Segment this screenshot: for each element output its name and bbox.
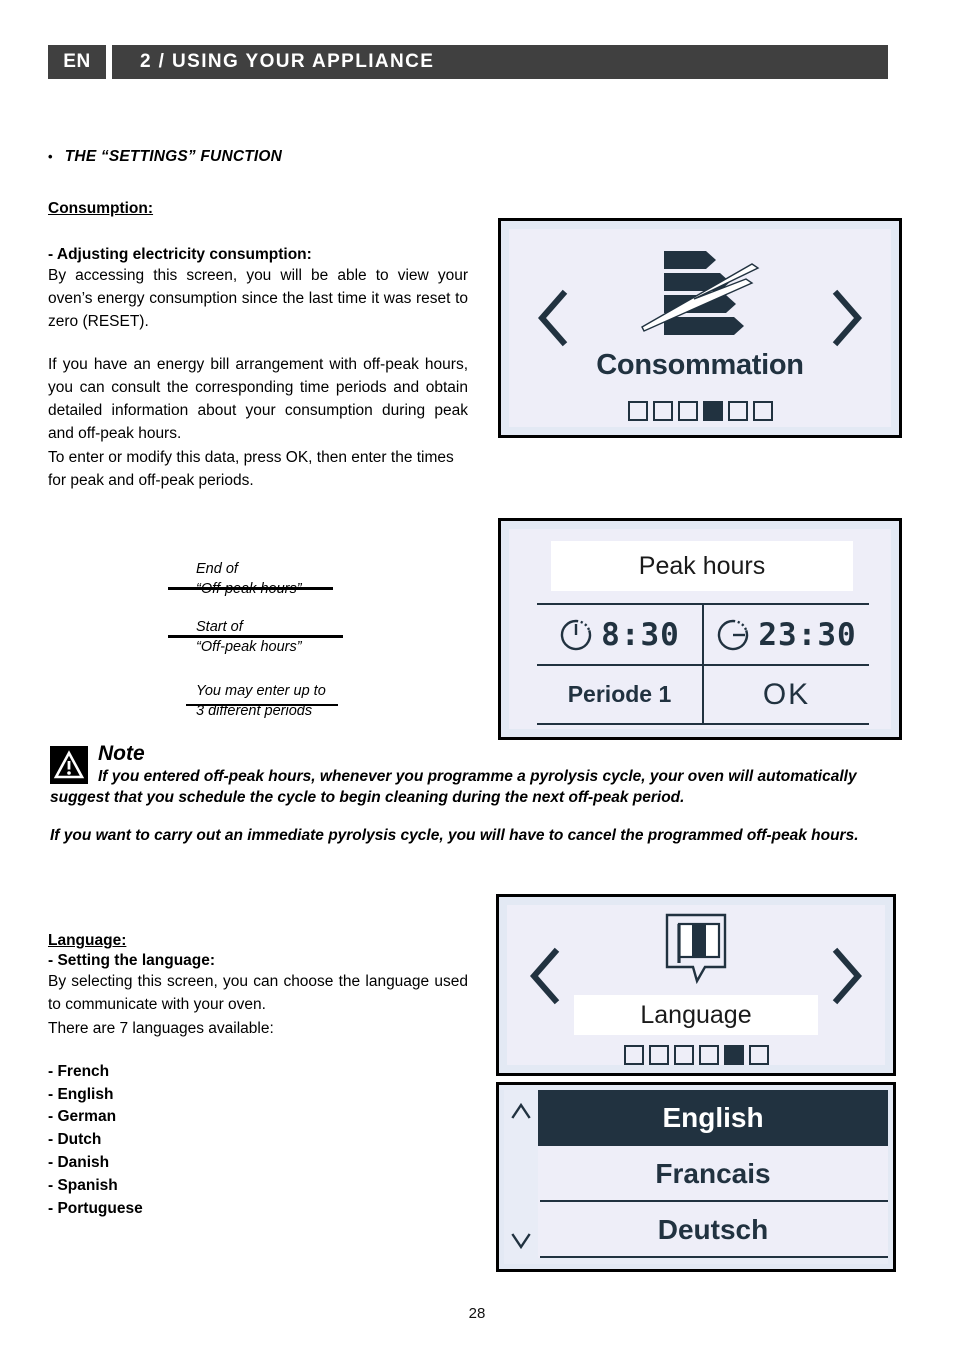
callout-leader-line-1 (168, 587, 333, 590)
section-title: THE “SETTINGS” FUNCTION (64, 148, 283, 165)
consumption-paragraph-1: By accessing this screen, you will be ab… (48, 267, 468, 330)
end-time-cell[interactable]: 23:30 (704, 605, 869, 664)
page-dot (677, 401, 698, 421)
language-list-scroll-column (504, 1090, 538, 1264)
peak-hours-title: Peak hours (551, 541, 853, 591)
callout-leader-line-3 (186, 704, 338, 706)
page-dot (627, 401, 648, 421)
page-dot (698, 1045, 719, 1065)
chevron-left-icon[interactable] (535, 289, 569, 347)
period-label: Periode 1 (567, 681, 672, 707)
language-option-label: English (662, 1102, 764, 1133)
ok-cell[interactable]: OK (704, 666, 869, 723)
callout-leader-line-2 (168, 635, 343, 638)
language-option-label: Deutsch (657, 1214, 769, 1245)
bullet-icon: • (48, 149, 53, 164)
period-cell[interactable]: Periode 1 (537, 666, 704, 723)
consumption-subheading: - Adjusting electricity consumption: (48, 246, 312, 263)
language-option-deutsch[interactable]: Deutsch (538, 1202, 888, 1258)
peak-hours-screen: Peak hours 8:30 23:30 Periode 1 OK (509, 529, 891, 729)
callout-end-off-peak: End of “Off-peak hours” (196, 561, 302, 597)
ok-label: OK (762, 677, 811, 711)
chevron-left-icon[interactable] (527, 947, 561, 1005)
language-option-francais[interactable]: Francais (538, 1146, 888, 1202)
page-dot-active (702, 401, 723, 421)
peak-hours-grid: 8:30 23:30 Periode 1 OK (537, 603, 869, 725)
start-time-value: 8:30 (601, 616, 680, 653)
flag-speech-bubble-icon (649, 911, 743, 993)
chevron-right-icon[interactable] (831, 947, 865, 1005)
consumption-panel-title: Consommation (596, 349, 804, 381)
consumption-heading: Consumption: (48, 200, 154, 217)
consumption-text-column: • THE “SETTINGS” FUNCTION Consumption: -… (48, 148, 468, 492)
language-list-panel: English Francais Deutsch (496, 1082, 896, 1272)
clock-start-icon (559, 618, 593, 652)
note-title: Note (98, 742, 145, 765)
page-dot (752, 401, 773, 421)
chevron-right-icon[interactable] (831, 289, 865, 347)
peak-hours-display-panel: Peak hours 8:30 23:30 Periode 1 OK (498, 518, 902, 740)
page-dot (727, 401, 748, 421)
language-heading: Language: (48, 932, 127, 949)
chevron-down-icon[interactable] (510, 1230, 532, 1252)
end-time-value: 23:30 (758, 616, 857, 653)
language-option-list: English Francais Deutsch (538, 1090, 888, 1264)
page-dot (673, 1045, 694, 1065)
page-dot (748, 1045, 769, 1065)
page-dot (623, 1045, 644, 1065)
language-option-english[interactable]: English (538, 1090, 888, 1146)
consumption-page-indicator (509, 401, 891, 421)
chevron-up-icon[interactable] (510, 1100, 532, 1122)
consumption-paragraph-3: To enter or modify this data, press OK, … (48, 448, 454, 489)
page-number: 28 (468, 1305, 486, 1322)
peak-hours-time-row: 8:30 23:30 (537, 603, 869, 664)
language-paragraph-1: By selecting this screen, you can choose… (48, 973, 468, 1013)
language-text-column: Language: - Setting the language: By sel… (48, 932, 468, 1220)
available-languages-list: - French - English - German - Dutch - Da… (48, 1062, 143, 1217)
language-display-panel: Language (496, 894, 896, 1076)
language-option-label: Francais (655, 1158, 771, 1189)
language-subheading: - Setting the language: (48, 952, 216, 969)
consumption-paragraph-2: If you have an energy bill arrangement w… (48, 355, 468, 442)
header-language-code: EN (48, 45, 106, 79)
language-panel-title: Language (574, 995, 818, 1035)
language-page-indicator (507, 1045, 885, 1065)
header-chapter-title: 2 / USING YOUR APPLIANCE (112, 45, 888, 79)
energy-bars-lightning-icon (634, 247, 766, 343)
language-paragraph-2: There are 7 languages available: (48, 1019, 274, 1037)
page-dot (648, 1045, 669, 1065)
peak-hours-action-row: Periode 1 OK (537, 664, 869, 725)
consumption-display-panel: Consommation (498, 218, 902, 438)
note-block: Note If you entered off-peak hours, when… (50, 742, 896, 846)
page-header: EN 2 / USING YOUR APPLIANCE (48, 45, 888, 79)
warning-triangle-icon (50, 746, 88, 784)
section-title-row: • THE “SETTINGS” FUNCTION (48, 148, 468, 166)
page-dot (652, 401, 673, 421)
callout-periods-note: You may enter up to 3 different periods (196, 683, 326, 719)
consumption-screen: Consommation (509, 229, 891, 427)
language-list-screen: English Francais Deutsch (504, 1090, 888, 1264)
note-body-1: If you entered off-peak hours, whenever … (50, 768, 857, 806)
start-time-cell[interactable]: 8:30 (537, 605, 704, 664)
clock-end-icon (716, 618, 750, 652)
page-dot-active (723, 1045, 744, 1065)
note-body-2: If you want to carry out an immediate py… (50, 826, 859, 844)
language-screen: Language (507, 905, 885, 1065)
